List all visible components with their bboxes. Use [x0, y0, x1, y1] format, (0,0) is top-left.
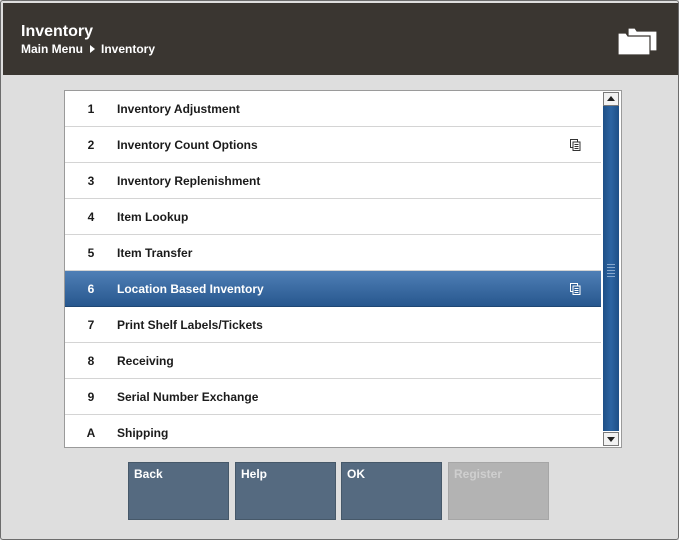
menu-item-label: Print Shelf Labels/Tickets — [117, 318, 263, 332]
menu-item-label: Inventory Count Options — [117, 138, 258, 152]
menu-item-8[interactable]: 8 Receiving — [65, 343, 601, 379]
menu-item-key: 8 — [87, 354, 95, 368]
menu-item-label: Serial Number Exchange — [117, 390, 259, 404]
submenu-icon — [570, 139, 581, 151]
menu-item-key: A — [86, 426, 96, 440]
menu-item-key: 4 — [87, 210, 95, 224]
register-button: Register — [448, 462, 549, 520]
menu-item-label: Inventory Adjustment — [117, 102, 240, 116]
back-button[interactable]: Back — [128, 462, 229, 520]
menu-item-2[interactable]: 2 Inventory Count Options — [65, 127, 601, 163]
breadcrumb-arrow-icon — [90, 45, 95, 53]
breadcrumb-item-main-menu[interactable]: Main Menu — [21, 42, 83, 56]
menu-item-3[interactable]: 3 Inventory Replenishment — [65, 163, 601, 199]
page-title: Inventory — [21, 23, 94, 40]
menu-item-key: 2 — [87, 138, 95, 152]
grip-line — [607, 264, 615, 265]
menu-item-label: Item Lookup — [117, 210, 189, 224]
menu-item-key: 9 — [87, 390, 95, 404]
menu-item-label: Shipping — [117, 426, 169, 440]
menu-item-7[interactable]: 7 Print Shelf Labels/Tickets — [65, 307, 601, 343]
scroll-up-button[interactable] — [603, 92, 619, 106]
ok-button[interactable]: OK — [341, 462, 442, 520]
menu-item-4[interactable]: 4 Item Lookup — [65, 199, 601, 235]
menu-item-1[interactable]: 1 Inventory Adjustment — [65, 91, 601, 127]
breadcrumb-item-inventory: Inventory — [101, 42, 156, 56]
header-bar: Inventory Main Menu Inventory — [3, 3, 678, 75]
app-window: Inventory Main Menu Inventory 1 Inventory… — [0, 0, 679, 540]
grip-line — [607, 267, 615, 268]
menu-item-key: 5 — [87, 246, 95, 260]
menu-item-key: 6 — [87, 282, 95, 296]
folders-icon — [617, 27, 658, 56]
arrow-up-icon — [607, 96, 615, 101]
menu-item-a[interactable]: A Shipping — [65, 415, 601, 447]
scrollbar[interactable] — [602, 91, 620, 447]
grip-line — [607, 276, 615, 277]
scroll-thumb[interactable] — [603, 106, 619, 431]
menu-item-label: Inventory Replenishment — [117, 174, 261, 188]
grip-line — [607, 273, 615, 274]
breadcrumb: Main Menu Inventory — [21, 42, 155, 56]
menu-item-key: 7 — [87, 318, 95, 332]
menu-list: 1 Inventory Adjustment 2 Inventory Count Op… — [64, 90, 622, 448]
scroll-down-button[interactable] — [603, 432, 619, 446]
arrow-down-icon — [607, 437, 615, 442]
menu-item-label: Receiving — [117, 354, 174, 368]
submenu-icon — [570, 283, 581, 295]
help-button[interactable]: Help — [235, 462, 336, 520]
menu-item-6[interactable]: 6 Location Based Inventory — [65, 271, 601, 307]
grip-line — [607, 270, 615, 271]
menu-item-5[interactable]: 5 Item Transfer — [65, 235, 601, 271]
menu-item-9[interactable]: 9 Serial Number Exchange — [65, 379, 601, 415]
menu-item-key: 3 — [87, 174, 95, 188]
menu-item-key: 1 — [87, 102, 95, 116]
menu-item-label: Location Based Inventory — [117, 282, 264, 296]
menu-item-label: Item Transfer — [117, 246, 193, 260]
